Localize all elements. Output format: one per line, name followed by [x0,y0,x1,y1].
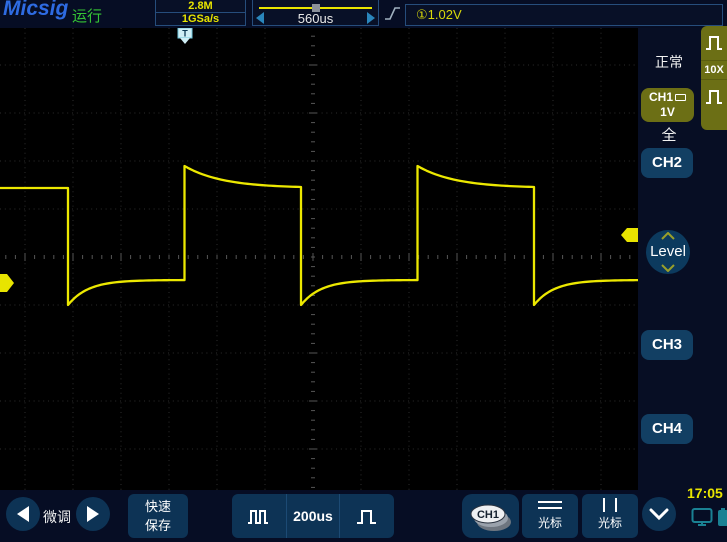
pulse-icon [704,33,724,53]
ch1-scale: 1V [641,105,694,120]
horizontal-cursor-icon [538,497,562,513]
oscilloscope-app: Micsig 运行 2.8M 1GSa/s 560us ①1.02V T 正常 … [0,0,727,542]
vertical-cursor-icon [603,498,617,512]
clock: 17:05 [687,485,723,501]
waveform-plot: T [0,28,638,490]
memory-depth: 2.8M [156,0,245,12]
trigger-info-box[interactable]: ①1.02V [405,4,723,26]
svg-text:CH1: CH1 [476,509,498,521]
quick-save-line1: 快速 [128,497,188,516]
timebase-zoom-in-button[interactable] [340,494,394,538]
acquisition-info-box[interactable]: 2.8M 1GSa/s [155,0,246,26]
pulse-icon [704,87,724,107]
ch1-label: CH1 [649,90,673,104]
ch1-bandwidth-label[interactable]: 全 [650,124,688,145]
active-channel-badge[interactable]: CH1 [462,494,519,538]
single-pulse-icon [355,505,379,527]
ch1-coupling-icon [675,94,686,101]
cursor-v-label: 光标 [582,516,638,530]
probe-attenuation[interactable]: 10X [701,60,727,80]
cursor-h-label: 光标 [522,516,578,530]
horizontal-cursor-button[interactable]: 光标 [522,494,578,538]
time-window-box[interactable]: 560us [252,0,379,26]
triangle-right-icon [87,506,99,522]
trigger-mode-label[interactable]: 正常 [650,52,688,72]
trigger-level-readout: ①1.02V [416,7,462,22]
pulse-width-bottom-button[interactable] [701,80,727,114]
timebase-zoom-out-button[interactable] [232,494,286,538]
quick-save-button[interactable]: 快速 保存 [128,494,188,538]
vertical-cursor-button[interactable]: 光标 [582,494,638,538]
chevron-down-icon [648,507,670,521]
chevron-down-icon [660,264,676,272]
record-position-slider[interactable] [259,7,372,9]
stacked-channel-icon: CH1 [466,498,516,534]
fine-adjust-left-button[interactable] [6,497,40,531]
run-status[interactable]: 运行 [72,5,102,26]
collapse-menu-button[interactable] [642,497,676,531]
trigger-slope-icon[interactable] [384,5,402,28]
ch2-button[interactable]: CH2 [641,148,693,178]
brand-logo: Micsig [3,0,68,21]
pulse-width-top-button[interactable] [701,26,727,60]
ch4-button[interactable]: CH4 [641,414,693,444]
waveform-display[interactable]: T [0,28,638,490]
display-icon [691,507,713,527]
timebase-control: 200us [232,494,394,538]
system-status-icons [691,507,727,527]
double-pulse-icon [247,505,271,527]
fine-adjust-label: 微调 [40,507,74,527]
svg-text:T: T [182,29,188,39]
sample-rate: 1GSa/s [156,12,245,26]
timebase-value[interactable]: 200us [286,494,340,538]
triangle-left-icon [17,506,29,522]
time-window-value: 560us [253,10,378,26]
chevron-up-icon [660,232,676,240]
level-label: Level [650,243,686,260]
top-status-bar: Micsig 运行 2.8M 1GSa/s 560us ①1.02V [0,0,727,28]
ch1-button[interactable]: CH1 1V [641,88,694,122]
trigger-level-knob[interactable]: Level [646,230,690,274]
ch3-button[interactable]: CH3 [641,330,693,360]
quick-save-line2: 保存 [128,516,188,535]
fine-adjust-right-button[interactable] [76,497,110,531]
battery-icon [717,507,727,527]
probe-side-panel: 10X [701,26,727,130]
